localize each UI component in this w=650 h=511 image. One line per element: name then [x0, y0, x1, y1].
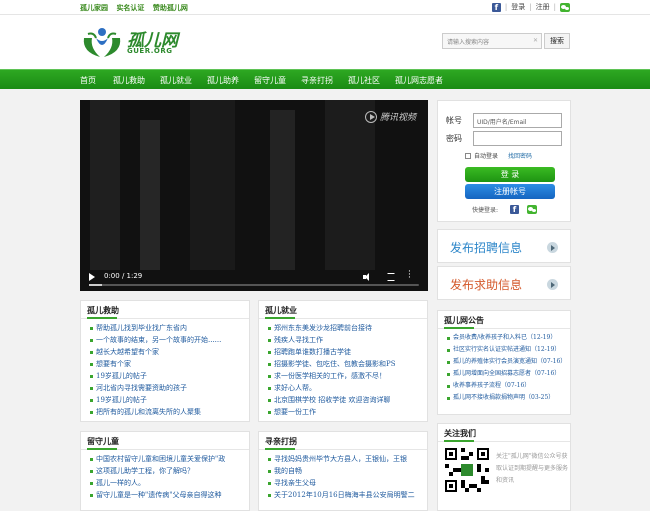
list-item[interactable]: 中国农村留守儿童和困境儿童关爱保护"政 — [89, 453, 249, 465]
list-item[interactable]: 孤儿网不接收捐款捐物声明（03-25） — [446, 392, 570, 404]
list-item[interactable]: 把所有的孤儿和流离失所的人聚集 — [89, 406, 249, 418]
list-item[interactable]: 收养事养孩子流程（07-16） — [446, 380, 570, 392]
left-behind-title: 留守儿童 — [81, 432, 249, 450]
list-item[interactable]: 我的自畅 — [267, 465, 427, 477]
auto-login-checkbox[interactable] — [465, 152, 471, 159]
link-real-name[interactable]: 实名认证 — [116, 3, 144, 12]
qr-code — [445, 448, 489, 492]
facebook-login-icon[interactable]: f — [510, 205, 520, 214]
arrow-right-icon — [547, 279, 558, 290]
list-item[interactable]: 一个故事的结束，另一个故事的开始...... — [89, 334, 249, 346]
list-item[interactable]: 招摄影学徒、包吃住、包教会摄影和PS — [267, 358, 427, 370]
arrow-right-icon — [547, 242, 558, 253]
left-behind-panel: 留守儿童 中国农村留守儿童和困境儿童关爱保护"政 这项孤儿助学工程，你了解吗？ … — [80, 431, 250, 511]
list-item[interactable]: 想要一份工作 — [267, 406, 427, 418]
volume-icon[interactable] — [363, 273, 371, 281]
search-input[interactable]: 请输入搜索内容 ✕ — [442, 33, 542, 49]
main-nav: 首页 孤儿救助 孤儿就业 孤儿助养 留守儿童 寻亲打拐 孤儿社区 孤儿网志愿者 — [0, 69, 650, 89]
list-item[interactable]: 求好心人帮。 — [267, 382, 427, 394]
list-item[interactable]: 求一份医学相关的工作，感激不尽！ — [267, 370, 427, 382]
logo-domain: GUER.ORG — [127, 47, 173, 55]
play-icon[interactable] — [89, 273, 95, 281]
nav-left-behind[interactable]: 留守儿童 — [254, 75, 286, 86]
notice-panel: 孤儿网公告 会员收费/收养孩子和入料已（12-19） 社区实行实名认证实帖进通知… — [437, 310, 571, 415]
follow-title: 关注我们 — [438, 424, 570, 442]
follow-text: 关注"孤儿网"微信公众号获取认证到期提醒与更多服务和资讯 — [496, 453, 569, 484]
list-item[interactable]: 19岁孤儿的帖子 — [89, 370, 249, 382]
list-item[interactable]: 北京围棋学校 招收学徒 欢迎咨询详聊 — [267, 394, 427, 406]
register-button[interactable]: 注册帐号 — [465, 184, 555, 199]
login-panel: 帐号 UID/用户名/Email 密码 自动登录 找回密码 登 录 注册帐号 快… — [437, 100, 571, 222]
top-right: f | 登录 | 注册 | — [491, 2, 570, 12]
employment-panel: 孤儿就业 郑州东东美发沙龙招聘前台接待 残疾人寻找工作 招聘跑单谁数打播古学徒 … — [258, 300, 428, 422]
site-logo[interactable]: 孤儿网 GUER.ORG — [80, 24, 180, 60]
header: 孤儿网 GUER.ORG 请输入搜索内容 ✕ 搜索 — [0, 15, 650, 69]
nav-home[interactable]: 首页 — [80, 75, 96, 86]
wechat-login-icon[interactable] — [527, 205, 538, 214]
list-item[interactable]: 越长大越希望有个家 — [89, 346, 249, 358]
register-link[interactable]: 注册 — [536, 2, 550, 12]
top-links: 孤儿家园 实名认证 赞助孤儿网 — [80, 3, 194, 13]
password-input[interactable] — [473, 131, 562, 146]
post-job-banner[interactable]: 发布招聘信息 — [437, 229, 571, 263]
top-bar: 孤儿家园 实名认证 赞助孤儿网 f | 登录 | 注册 | — [0, 0, 650, 15]
play-circle-icon — [364, 110, 377, 123]
video-player[interactable]: 腾讯视频 0:00 / 1:29 · · · — [80, 100, 428, 291]
nav-employment[interactable]: 孤儿就业 — [160, 75, 192, 86]
follow-panel: 关注我们 关注"孤儿网"微信公众号获取认证到期提醒与更多服务和资讯 — [437, 423, 571, 511]
rescue-title: 孤儿救助 — [81, 301, 249, 319]
video-controls: 0:00 / 1:29 · · · — [80, 265, 428, 291]
link-sponsor[interactable]: 赞助孤儿网 — [153, 3, 188, 12]
clear-icon[interactable]: ✕ — [533, 37, 538, 44]
list-item[interactable]: 关于2012年10月16日梅海丰县公安局明警二 — [267, 489, 427, 501]
login-button[interactable]: 登 录 — [465, 167, 555, 182]
auto-login-label[interactable]: 自动登录 — [474, 151, 498, 160]
list-item[interactable]: 寻找亲生父母 — [267, 477, 427, 489]
search-area: 请输入搜索内容 ✕ 搜索 — [442, 33, 570, 49]
remember-row: 自动登录 找回密码 — [465, 151, 532, 160]
list-item[interactable]: 留守儿童是一种"遗传病"父母亲自得这种 — [89, 489, 249, 501]
nav-community[interactable]: 孤儿社区 — [348, 75, 380, 86]
account-input[interactable]: UID/用户名/Email — [473, 113, 562, 128]
video-progress[interactable] — [89, 284, 419, 286]
employment-title: 孤儿就业 — [259, 301, 427, 319]
video-brand: 腾讯视频 — [364, 110, 416, 123]
list-item[interactable]: 孤儿一样的人。 — [89, 477, 249, 489]
facebook-icon[interactable]: f — [491, 2, 501, 12]
password-label: 密码 — [446, 134, 462, 143]
more-options-icon[interactable]: · · · — [408, 268, 411, 283]
nav-volunteer[interactable]: 孤儿网志愿者 — [395, 75, 443, 86]
notice-title: 孤儿网公告 — [438, 311, 570, 329]
search-family-panel: 寻亲打拐 寻找妈妈贵州毕节大方县人，王银仙，王银 我的自畅 寻找亲生父母 关于2… — [258, 431, 428, 511]
search-family-title: 寻亲打拐 — [259, 432, 427, 450]
search-button[interactable]: 搜索 — [544, 33, 570, 49]
list-item[interactable]: 招聘跑单谁数打播古学徒 — [267, 346, 427, 358]
list-item[interactable]: 孤儿的养殖体实行会员演宽通知（07-16） — [446, 356, 570, 368]
list-item[interactable]: 会员收费/收养孩子和入料已（12-19） — [446, 332, 570, 344]
list-item[interactable]: 河北省内寻找需要资助的孩子 — [89, 382, 249, 394]
video-time: 0:00 / 1:29 — [104, 272, 143, 280]
list-item[interactable]: 这项孤儿助学工程，你了解吗？ — [89, 465, 249, 477]
forgot-password-link[interactable]: 找回密码 — [508, 151, 532, 160]
list-item[interactable]: 残疾人寻找工作 — [267, 334, 427, 346]
nav-rescue[interactable]: 孤儿救助 — [113, 75, 145, 86]
quick-login: 快捷登录: f — [472, 205, 538, 214]
list-item[interactable]: 寻找妈妈贵州毕节大方县人，王银仙，王银 — [267, 453, 427, 465]
list-item[interactable]: 社区实行实名认证实帖进通知（12-19） — [446, 344, 570, 356]
account-label: 帐号 — [446, 116, 462, 125]
fullscreen-icon[interactable] — [387, 273, 395, 281]
list-item[interactable]: 想要有个家 — [89, 358, 249, 370]
post-help-banner[interactable]: 发布求助信息 — [437, 266, 571, 300]
list-item[interactable]: 孤儿网增面向全国招募志愿者（07-16） — [446, 368, 570, 380]
rescue-panel: 孤儿救助 帮助孤儿找到毕业找广东省内 一个故事的结束，另一个故事的开始.....… — [80, 300, 250, 422]
nav-search-family[interactable]: 寻亲打拐 — [301, 75, 333, 86]
nav-adoption[interactable]: 孤儿助养 — [207, 75, 239, 86]
login-link[interactable]: 登录 — [511, 2, 525, 12]
list-item[interactable]: 郑州东东美发沙龙招聘前台接待 — [267, 322, 427, 334]
list-item[interactable]: 19岁孤儿的帖子 — [89, 394, 249, 406]
list-item[interactable]: 帮助孤儿找到毕业找广东省内 — [89, 322, 249, 334]
logo-mark-icon — [83, 28, 121, 57]
link-orphan-home[interactable]: 孤儿家园 — [80, 3, 108, 12]
wechat-icon[interactable] — [560, 2, 570, 12]
